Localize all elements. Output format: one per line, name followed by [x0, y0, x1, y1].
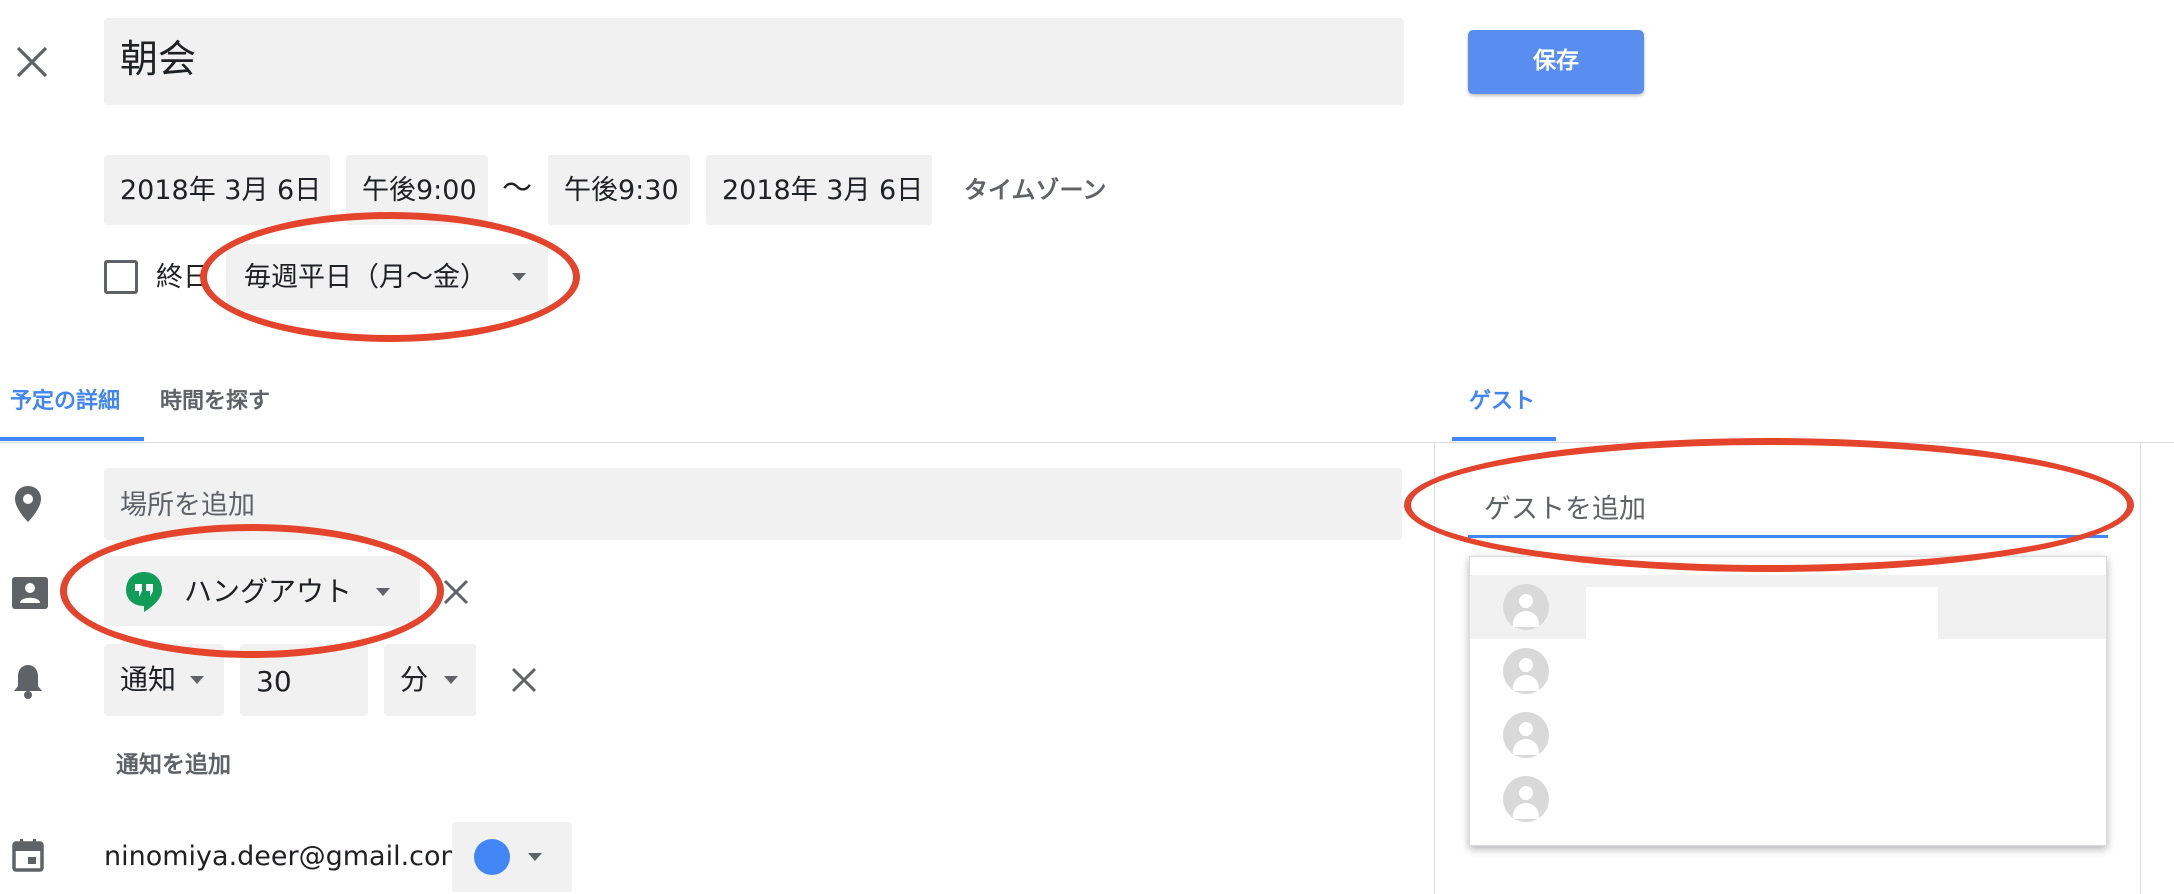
conference-dropdown[interactable]: ハングアウト [104, 556, 420, 626]
tab-details[interactable]: 予定の詳細 [10, 391, 120, 413]
guest-suggestion-item[interactable] [1470, 703, 2106, 767]
end-date-text: 2018年 3月 6日 [722, 175, 924, 206]
hangouts-icon [124, 570, 164, 614]
location-placeholder: 場所を追加 [120, 490, 255, 521]
end-time-field[interactable]: 午後9:30 [548, 155, 690, 225]
guest-suggestion-item[interactable] [1470, 639, 2106, 703]
remove-conference-icon[interactable] [442, 578, 470, 606]
calendar-color-dropdown[interactable] [452, 822, 572, 892]
tabs-divider [0, 442, 2174, 443]
person-avatar-icon [1503, 584, 1549, 630]
right-edge-divider [2140, 443, 2141, 894]
tab-find-time[interactable]: 時間を探す [160, 391, 270, 413]
guest-suggestions-dropdown [1469, 556, 2107, 846]
person-avatar-icon [1503, 712, 1549, 758]
notification-unit-dropdown[interactable]: 分 [384, 644, 476, 716]
calendar-icon [12, 838, 44, 872]
tab-guests[interactable]: ゲスト [1469, 391, 1535, 413]
conference-text: ハングアウト [184, 575, 353, 608]
title-input[interactable]: 朝会 [104, 18, 1404, 105]
save-button[interactable]: 保存 [1468, 30, 1644, 94]
notification-value-input[interactable]: 30 [240, 644, 368, 716]
add-notification-link[interactable]: 通知を追加 [116, 754, 231, 777]
guests-column-divider [1434, 443, 1435, 894]
chevron-down-icon [528, 853, 542, 861]
end-date-field[interactable]: 2018年 3月 6日 [706, 155, 932, 225]
notification-type-text: 通知 [120, 663, 177, 696]
chevron-down-icon [512, 273, 526, 281]
guest-suggestion-redacted [1586, 587, 1938, 639]
chevron-down-icon [190, 676, 204, 684]
notification-value-text: 30 [256, 665, 292, 698]
tab-details-indicator [0, 437, 144, 441]
start-time-field[interactable]: 午後9:00 [346, 155, 488, 225]
calendar-color-swatch [474, 839, 510, 875]
close-icon[interactable] [14, 44, 50, 80]
chevron-down-icon [376, 588, 390, 596]
remove-notification-icon[interactable] [510, 666, 538, 694]
notification-type-dropdown[interactable]: 通知 [104, 644, 224, 716]
end-time-text: 午後9:30 [564, 175, 679, 206]
timezone-link[interactable]: タイムゾーン [964, 178, 1106, 202]
tab-guests-indicator [1452, 437, 1556, 441]
location-pin-icon [12, 484, 44, 524]
calendar-owner: ninomiya.deer@gmail.com [104, 841, 467, 872]
save-button-label: 保存 [1533, 48, 1579, 74]
time-separator: 〜 [502, 171, 532, 206]
start-date-text: 2018年 3月 6日 [120, 175, 322, 206]
allday-checkbox[interactable] [104, 260, 138, 294]
start-time-text: 午後9:00 [362, 175, 477, 206]
recurrence-dropdown[interactable]: 毎週平日（月〜金） [226, 244, 548, 310]
person-avatar-icon [1503, 648, 1549, 694]
chevron-down-icon [444, 676, 458, 684]
allday-label: 終日 [156, 262, 210, 293]
person-avatar-icon [1503, 776, 1549, 822]
guest-suggestion-item[interactable] [1470, 575, 2106, 639]
location-input[interactable]: 場所を追加 [104, 468, 1402, 540]
notification-unit-text: 分 [400, 663, 429, 696]
start-date-field[interactable]: 2018年 3月 6日 [104, 155, 330, 225]
guest-input-placeholder: ゲストを追加 [1484, 494, 1646, 525]
title-text: 朝会 [120, 37, 197, 81]
recurrence-text: 毎週平日（月〜金） [244, 262, 487, 293]
conference-icon [10, 575, 50, 611]
guest-suggestion-item[interactable] [1470, 767, 2106, 831]
guest-input[interactable]: ゲストを追加 [1468, 484, 2108, 538]
bell-icon [12, 662, 44, 700]
